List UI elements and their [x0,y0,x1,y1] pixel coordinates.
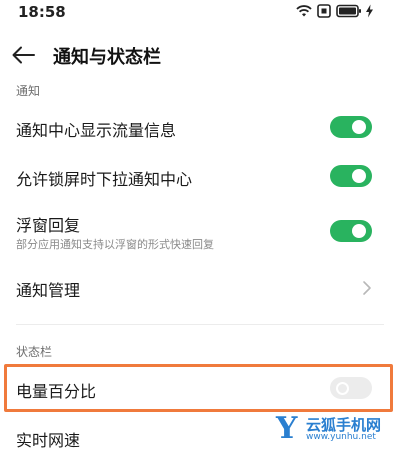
lockscreen-pull-toggle[interactable] [330,165,372,187]
status-icons [296,4,376,20]
toggle-knob [352,120,366,134]
row-traffic-info[interactable]: 通知中心显示流量信息 [0,104,400,150]
watermark: Y 云狐手机网 www.yunhu.net [276,412,394,446]
section-divider [16,324,384,325]
row-label: 通知管理 [16,281,81,300]
toggle-knob [352,169,366,183]
row-lockscreen-pull[interactable]: 允许锁屏时下拉通知中心 [0,153,400,199]
row-floating-reply[interactable]: 浮窗回复 部分应用通知支持以浮窗的形式快速回复 [0,204,400,258]
header: 通知与状态栏 [0,38,400,72]
row-label: 通知中心显示流量信息 [16,121,177,140]
toggle-knob [352,224,366,238]
battery-icon [336,4,361,18]
chevron-right-icon [363,281,371,295]
row-label: 允许锁屏时下拉通知中心 [16,170,193,189]
status-bar: 18:58 [0,0,400,26]
row-sublabel: 部分应用通知支持以浮窗的形式快速回复 [16,238,214,251]
row-label: 浮窗回复 [16,216,81,235]
watermark-url: www.yunhu.net [306,432,376,442]
page-title: 通知与状态栏 [53,47,161,68]
section-label-status-bar: 状态栏 [16,345,53,359]
highlight-frame [4,364,393,412]
row-notification-management[interactable]: 通知管理 [0,264,400,310]
traffic-info-toggle[interactable] [330,116,372,138]
floating-reply-toggle[interactable] [330,220,372,242]
wifi-icon [296,5,312,17]
sim-icon [317,4,331,18]
status-time: 18:58 [18,3,66,21]
arrow-left-icon[interactable] [10,42,38,68]
row-label: 实时网速 [16,431,81,450]
charging-icon [366,4,373,18]
section-label-notifications: 通知 [16,84,41,98]
watermark-logo: Y [276,411,298,446]
